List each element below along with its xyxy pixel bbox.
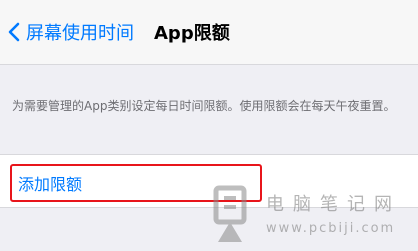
watermark: 电脑笔记网 www.pcbiji.com (206, 184, 410, 248)
back-button-label: 屏幕使用时间 (26, 23, 134, 44)
back-button[interactable]: 屏幕使用时间 (8, 18, 134, 46)
page-title: App限额 (154, 23, 230, 44)
navigation-bar: 屏幕使用时间 App限额 (0, 0, 418, 65)
limits-description: 为需要管理的App类别设定每日时间限额。使用限额会在每天午夜重置。 (12, 99, 396, 113)
watermark-title: 电脑笔记网 (266, 194, 401, 215)
chevron-left-icon (8, 22, 20, 42)
watermark-url: www.pcbiji.com (266, 221, 396, 236)
watermark-logo-icon (213, 185, 247, 242)
